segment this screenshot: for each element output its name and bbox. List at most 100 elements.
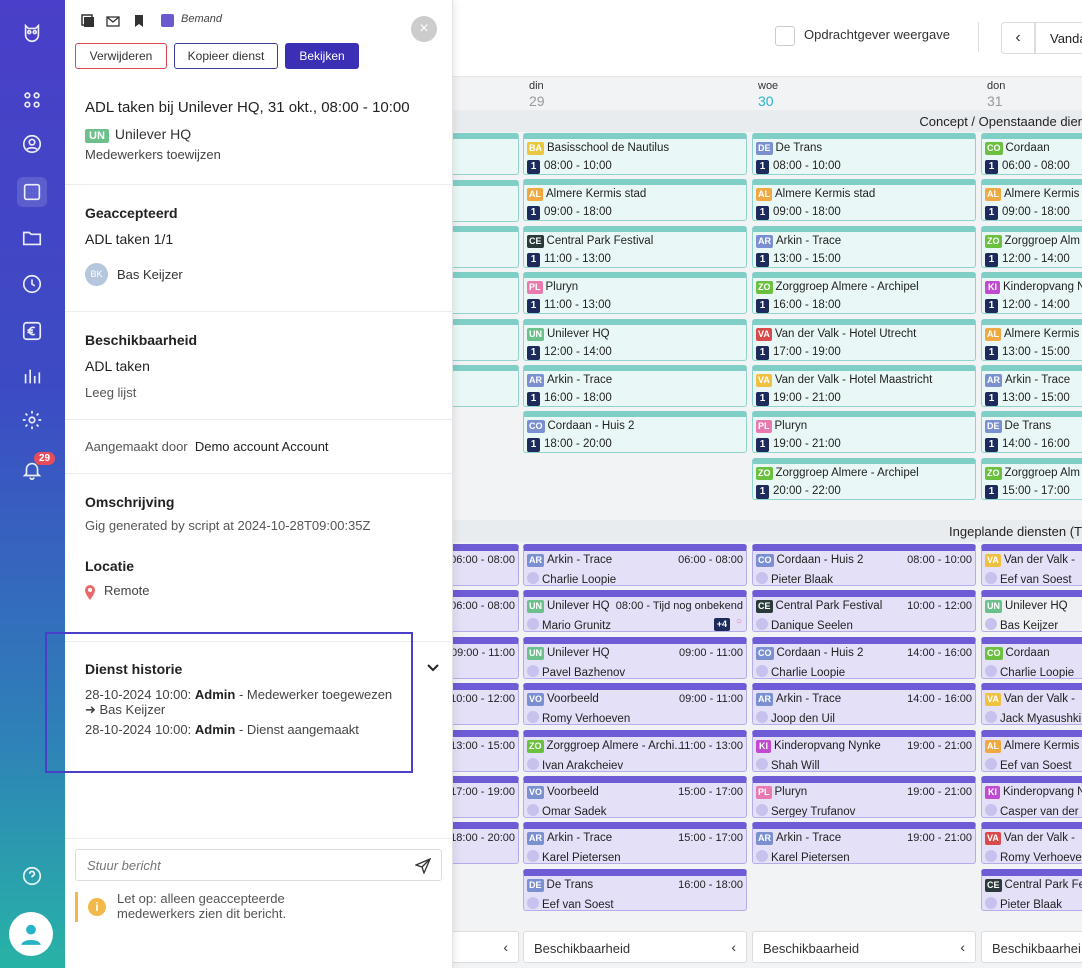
open-shift-card[interactable]: ZO Zorggroep Alm 1 12:00 - 14:00 [981, 225, 1082, 268]
availability-bar[interactable]: Beschikbaarhei [981, 931, 1082, 963]
calendar-grid-icon[interactable] [17, 177, 47, 207]
open-shift-card[interactable]: PL Pluryn 1 19:00 - 21:00 [752, 411, 976, 454]
assign-employees-link[interactable]: Medewerkers toewijzen [85, 147, 221, 162]
open-shift-card[interactable]: PL Pluryn 1 11:00 - 13:00 [523, 272, 747, 315]
view-button[interactable]: Bekijken [285, 43, 359, 69]
planned-shift-card[interactable]: DE De Trans 16:00 - 18:00 Eef van Soest [523, 868, 747, 911]
employee-avatar: BK [85, 263, 108, 286]
delete-button[interactable]: Verwijderen [75, 43, 167, 69]
today-button[interactable]: Vanda [1035, 22, 1082, 54]
planned-shift-card[interactable]: AR Arkin - Trace 15:00 - 17:00 Karel Pieter… [523, 822, 747, 865]
client-view-checkbox[interactable] [775, 26, 795, 46]
comment-icon[interactable]: ○ [736, 616, 742, 627]
open-shift-card[interactable]: AR Arkin - Trace 1 13:00 - 15:00 [752, 225, 976, 268]
employee-name[interactable]: Bas Keijzer [117, 267, 183, 282]
planned-shift-card[interactable]: KI Kinderopvang Nynke 19:00 - 21:00 Shah Wi… [752, 729, 976, 772]
client-tag: VA [756, 327, 772, 341]
planned-shift-card[interactable]: VO Voorbeeld 09:00 - 11:00 Romy Verhoeven [523, 683, 747, 726]
planned-shift-card[interactable]: AR Arkin - Trace 06:00 - 08:00 Charlie Loop… [523, 544, 747, 586]
planned-shift-card[interactable]: 06:00 - 08:00 [453, 544, 519, 586]
message-input[interactable] [76, 850, 406, 880]
open-shift-card[interactable] [453, 226, 519, 268]
open-shift-card[interactable] [453, 180, 519, 222]
planned-shift-card[interactable]: AL Almere Kermis Eef van Soest [981, 729, 1082, 772]
planned-shift-card[interactable]: CO Cordaan Charlie Loopie [981, 636, 1082, 679]
open-shift-card[interactable]: BA Basisschool de Nautilus 1 08:00 - 10:00 [523, 133, 747, 175]
open-shift-card[interactable]: CO Cordaan - Huis 2 1 18:00 - 20:00 [523, 411, 747, 454]
person-avatar [985, 664, 997, 677]
planned-shift-card[interactable]: VA Van der Valk - Romy Verhoeven [981, 822, 1082, 865]
planned-shift-card[interactable]: 13:00 - 15:00 [453, 729, 519, 772]
owl-logo-icon[interactable] [17, 18, 47, 48]
planned-shift-card[interactable]: 06:00 - 08:00 [453, 590, 519, 633]
planned-shift-card[interactable]: VA Van der Valk - Eef van Soest [981, 544, 1082, 586]
availability-bar[interactable]: ‹ [453, 931, 519, 963]
open-shift-card[interactable]: AL Almere Kermis s 1 09:00 - 18:00 [981, 179, 1082, 222]
open-shift-card[interactable]: AL Almere Kermis s 1 13:00 - 15:00 [981, 318, 1082, 361]
day-name: don [987, 80, 1006, 92]
copy-window-icon[interactable] [81, 14, 95, 28]
shift-time: 06:00 - 08:00 [678, 554, 743, 566]
availability-bar[interactable]: Beschikbaarheid ‹ [752, 931, 976, 963]
open-shift-card[interactable]: VA Van der Valk - Hotel Maastricht 1 19:00 … [752, 365, 976, 407]
location-text: Remote [104, 583, 150, 598]
availability-bar[interactable]: Beschikbaarheid ‹ [523, 931, 747, 963]
open-shift-card[interactable]: UN Unilever HQ 1 12:00 - 14:00 [523, 318, 747, 361]
open-shift-card[interactable]: KI Kinderopvang N 1 12:00 - 14:00 [981, 272, 1082, 315]
chevron-down-icon[interactable] [427, 663, 439, 673]
previous-week-button[interactable]: ‹ [1001, 22, 1035, 54]
bar-chart-icon[interactable] [17, 361, 47, 391]
open-shift-card[interactable]: CE Central Park Festival 1 11:00 - 13:00 [523, 225, 747, 268]
planned-shift-card[interactable]: KI Kinderopvang N Casper van der [981, 776, 1082, 818]
planned-shift-card[interactable]: UN Unilever HQ 09:00 - 11:00 Pavel Bazhenov [523, 636, 747, 679]
planned-shift-card[interactable]: CO Cordaan - Huis 2 14:00 - 16:00 Charlie L… [752, 636, 976, 679]
planned-shift-card[interactable]: 10:00 - 12:00 [453, 683, 519, 726]
open-shift-card[interactable]: CO Cordaan 1 06:00 - 08:00 [981, 133, 1082, 175]
folder-icon[interactable] [17, 223, 47, 253]
open-shift-card[interactable] [453, 365, 519, 407]
planned-shift-card[interactable]: PL Pluryn 19:00 - 21:00 Sergey Trufanov [752, 776, 976, 818]
planned-shift-card[interactable]: AR Arkin - Trace 14:00 - 16:00 Joop den Uil [752, 683, 976, 726]
planned-shift-card[interactable]: 18:00 - 20:00 [453, 822, 519, 865]
client-tag: DE [756, 142, 773, 155]
clock-icon[interactable] [17, 269, 47, 299]
euro-icon[interactable] [17, 316, 47, 346]
open-shift-card[interactable]: ZO Zorggroep Almere - Archipel 1 16:00 - 18… [752, 272, 976, 315]
mail-icon[interactable] [106, 14, 120, 28]
open-shift-card[interactable] [453, 272, 519, 314]
planned-shift-card[interactable]: UN Unilever HQ 08:00 - Tijd nog onbekend Ma… [523, 590, 747, 633]
user-profile-icon[interactable] [17, 129, 47, 159]
planned-shift-card[interactable]: VO Voorbeeld 15:00 - 17:00 Omar Sadek [523, 776, 747, 818]
planned-shift-card[interactable]: 09:00 - 11:00 [453, 636, 519, 679]
open-shift-card[interactable]: AR Arkin - Trace 1 16:00 - 18:00 [523, 365, 747, 407]
send-icon[interactable] [415, 858, 431, 874]
settings-gear-icon[interactable] [17, 405, 47, 435]
planned-shift-card[interactable]: 17:00 - 19:00 [453, 776, 519, 818]
open-shift-card[interactable]: ZO Zorggroep Almere - Archipel 1 20:00 - 22… [752, 457, 976, 500]
planned-shift-card[interactable]: ZO Zorggroep Almere - Archi... 11:00 - 13:… [523, 729, 747, 772]
open-shift-card[interactable] [453, 133, 519, 175]
account-avatar[interactable] [9, 912, 53, 956]
extra-count-badge[interactable]: +4 [713, 618, 730, 632]
bookmark-icon[interactable] [132, 14, 146, 28]
copy-shift-button[interactable]: Kopieer dienst [174, 43, 278, 69]
close-panel-button[interactable]: × [411, 16, 437, 42]
open-shift-card[interactable]: AR Arkin - Trace 1 13:00 - 15:00 [981, 365, 1082, 407]
open-shift-card[interactable]: AL Almere Kermis stad 1 09:00 - 18:00 [752, 179, 976, 222]
client-tag: UN [985, 600, 1002, 614]
planned-shift-card[interactable]: VA Van der Valk - Jack Myasushki [981, 683, 1082, 726]
planned-shift-card[interactable]: AR Arkin - Trace 19:00 - 21:00 Karel Pieter… [752, 822, 976, 865]
planned-shift-card[interactable]: CE Central Park Festival 10:00 - 12:00 Dani… [752, 590, 976, 633]
open-shift-card[interactable]: AL Almere Kermis stad 1 09:00 - 18:00 [523, 179, 747, 222]
dashboard-icon[interactable] [17, 85, 47, 115]
help-question-icon[interactable] [17, 861, 47, 891]
open-shift-card[interactable]: DE De Trans 1 14:00 - 16:00 [981, 411, 1082, 454]
shift-client: Arkin - Trace [776, 832, 842, 845]
open-shift-card[interactable] [453, 319, 519, 361]
planned-shift-card[interactable]: UN Unilever HQ Bas Keijzer [981, 590, 1082, 633]
planned-shift-card[interactable]: CO Cordaan - Huis 2 08:00 - 10:00 Pieter Bl… [752, 544, 976, 586]
open-shift-card[interactable]: DE De Trans 1 08:00 - 10:00 [752, 133, 976, 175]
planned-shift-card[interactable]: CE Central Park Fe Pieter Blaak [981, 868, 1082, 911]
open-shift-card[interactable]: VA Van der Valk - Hotel Utrecht 1 17:00 - 1… [752, 318, 976, 361]
open-shift-card[interactable]: ZO Zorggroep Alm 1 15:00 - 17:00 [981, 457, 1082, 500]
